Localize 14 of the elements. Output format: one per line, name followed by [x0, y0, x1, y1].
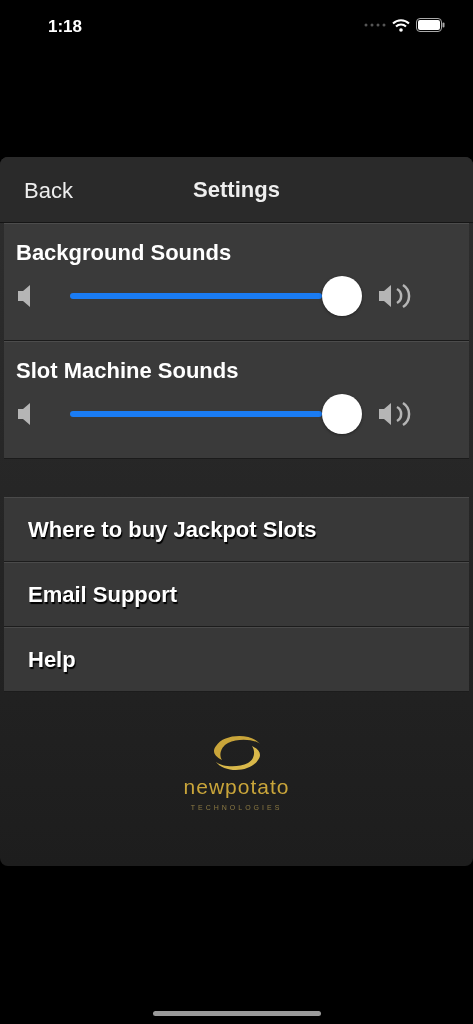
back-button[interactable]: Back [16, 169, 81, 210]
signal-icon [364, 23, 386, 27]
slider-thumb[interactable] [321, 276, 362, 317]
slider-thumb[interactable] [321, 394, 362, 435]
battery-icon [416, 18, 445, 32]
wifi-icon [392, 18, 410, 32]
menu-item[interactable]: Where to buy Jackpot Slots [4, 497, 469, 562]
screen-title: Settings [193, 176, 280, 204]
clock: 1:18 [48, 16, 83, 38]
slider-label: Slot Machine Sounds [16, 358, 240, 385]
logo-wordmark: newpotato [183, 776, 290, 797]
menu-item[interactable]: Help [4, 627, 469, 692]
slider-label: Background Sounds [16, 240, 233, 267]
menu-item[interactable]: Email Support [4, 562, 469, 627]
